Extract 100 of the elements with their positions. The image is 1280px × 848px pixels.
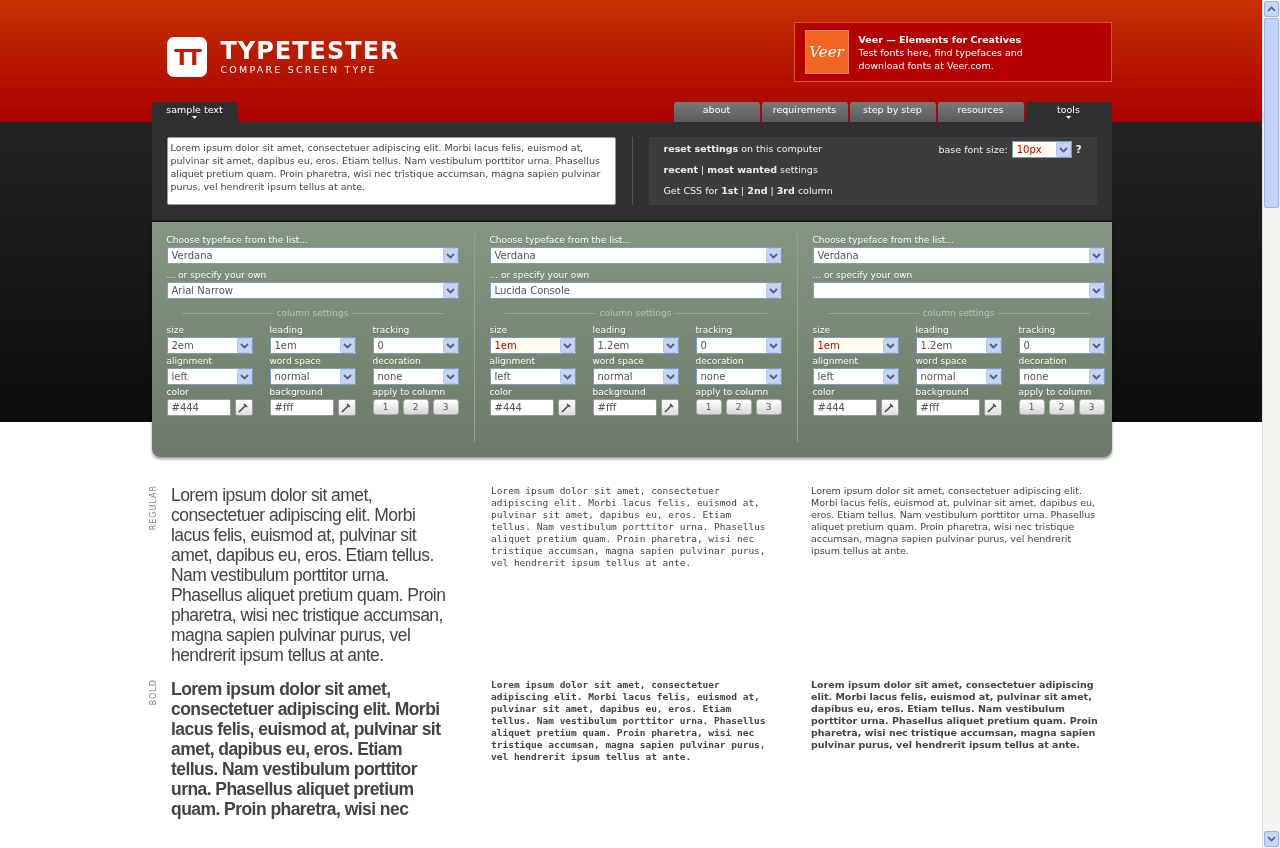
apply-column-button[interactable]: 3 xyxy=(1078,399,1105,415)
eyedropper-icon xyxy=(884,402,895,413)
eyedropper-button[interactable] xyxy=(983,399,1002,416)
setting-select[interactable]: normal xyxy=(915,368,1002,385)
field-label: alignment xyxy=(489,355,536,368)
field-label: word space xyxy=(269,355,322,368)
field-label: background xyxy=(269,386,324,399)
setting-select[interactable]: left xyxy=(166,368,253,385)
setting-select[interactable]: 2em xyxy=(166,337,253,354)
setting-select[interactable]: none xyxy=(1018,368,1105,385)
setting-select[interactable]: 0 xyxy=(695,337,782,354)
custom-typeface-select[interactable] xyxy=(812,282,1105,299)
sample-text-input[interactable]: Lorem ipsum dolor sit amet, consectetuer adipiscing elit. Morbi lacus felis, euismod at, pulvinar sit amet, dapibus eu, eros. Etiam tellus. Nam vestibulum porttitor urna. Phasellus aliquet pretium quam. Proin pharetra, wisi nec tristique accumsan, magna sapien pulvinar purus, vel hendrerit ipsum tellus at ante. xyxy=(166,137,616,205)
field-label: alignment xyxy=(812,355,859,368)
eyedropper-button[interactable] xyxy=(880,399,899,416)
setting-select[interactable]: 0 xyxy=(1018,337,1105,354)
apply-column-button[interactable]: 1 xyxy=(695,399,722,415)
tab[interactable]: tools xyxy=(1025,102,1112,122)
eyedropper-button[interactable] xyxy=(557,399,576,416)
eyedropper-button[interactable] xyxy=(660,399,679,416)
color-input[interactable]: #444 xyxy=(812,399,877,416)
typeface-select[interactable]: Verdana xyxy=(489,247,782,264)
field-label: size xyxy=(812,324,831,337)
eyedropper-icon xyxy=(987,402,998,413)
ad-banner[interactable]: Veer Veer — Elements for Creatives Test fonts here, find typefaces and download fonts at Veer.com. xyxy=(793,22,1112,82)
eyedropper-button[interactable] xyxy=(337,399,356,416)
color-input[interactable]: #444 xyxy=(166,399,231,416)
color-input[interactable]: #fff xyxy=(915,399,980,416)
setting-select[interactable]: none xyxy=(372,368,459,385)
tab[interactable]: step by step xyxy=(849,102,936,122)
base-font-size-select[interactable]: 10px xyxy=(1011,141,1072,158)
scroll-down-button[interactable] xyxy=(1264,831,1279,847)
section-heading: column settings xyxy=(599,308,672,319)
setting-select[interactable]: 1.2em xyxy=(915,337,1002,354)
field-label: color xyxy=(812,386,836,399)
setting-select[interactable]: 0 xyxy=(372,337,459,354)
eyedropper-icon xyxy=(341,402,352,413)
tab[interactable]: about xyxy=(673,102,760,122)
setting-select[interactable]: normal xyxy=(269,368,356,385)
eyedropper-icon xyxy=(664,402,675,413)
custom-typeface-select[interactable]: Lucida Console xyxy=(489,282,782,299)
color-input[interactable]: #444 xyxy=(489,399,554,416)
eyedropper-button[interactable] xyxy=(234,399,253,416)
field-label: ... or specify your own xyxy=(489,269,591,282)
field-label: background xyxy=(592,386,647,399)
settings-link-line[interactable]: recent | most wanted settings xyxy=(663,162,833,178)
tab[interactable]: resources xyxy=(937,102,1024,122)
field-label: alignment xyxy=(166,355,213,368)
setting-select[interactable]: 1em xyxy=(812,337,899,354)
setting-select[interactable]: none xyxy=(695,368,782,385)
apply-column-button[interactable]: 1 xyxy=(372,399,399,415)
field-label: background xyxy=(915,386,970,399)
setting-select[interactable]: 1.2em xyxy=(592,337,679,354)
tab[interactable]: requirements xyxy=(761,102,848,122)
field-label: color xyxy=(489,386,513,399)
field-label: apply to column xyxy=(1018,386,1093,399)
custom-typeface-select[interactable]: Arial Narrow xyxy=(166,282,459,299)
preview-text: Lorem ipsum dolor sit amet, consectetuer adipiscing elit. Morbi lacus felis, euismod at, pulvinar sit amet, dapibus eu, eros. Etiam tellus. Nam vestibulum porttitor urna. Phasellus aliquet pretium quam. Proin pharetra, wisi nec tristique accumsan, magna sapien pulvinar purus, vel hendrerit ipsum tellus at ante. xyxy=(491,679,766,764)
preview-text: Lorem ipsum dolor sit amet, consectetuer adipiscing elit. Morbi lacus felis, euismod at, pulvinar sit amet, dapibus eu, eros. Etiam tellus. Nam vestibulum porttitor urna. Phasellus aliquet pretium quam. Proin pharetra, wisi nec tristique accumsan, magna sapien pulvinar purus, vel hendrerit ipsum tellus at ante. xyxy=(171,485,447,665)
scrollbar[interactable] xyxy=(1262,0,1280,848)
apply-column-button[interactable]: 3 xyxy=(755,399,782,415)
caret-icon xyxy=(1066,116,1071,119)
setting-select[interactable]: left xyxy=(489,368,576,385)
settings-link-line[interactable]: Get CSS for 1st | 2nd | 3rd column xyxy=(663,183,833,199)
preview-text: Lorem ipsum dolor sit amet, consectetuer adipiscing elit. Morbi lacus felis, euismod at, pulvinar sit amet, dapibus eu, eros. Etiam tellus. Nam vestibulum porttitor urna. Phasellus aliquet pretium quam. Proin pharetra, wisi nec tristique accumsan, magna sapien pulvinar purus, vel hendrerit ipsum tellus at ante. xyxy=(491,485,766,570)
preview-text: Lorem ipsum dolor sit amet, consectetuer adipiscing elit. Morbi lacus felis, euismod at, pulvinar sit amet, dapibus eu, eros. Etiam tellus. Nam vestibulum porttitor urna. Phasellus aliquet pretium quam. Proin pharetra, wisi nec xyxy=(171,679,442,819)
scroll-thumb[interactable] xyxy=(1264,18,1279,208)
chevron-up-icon xyxy=(1267,6,1276,12)
setting-select[interactable]: 1em xyxy=(489,337,576,354)
field-label: size xyxy=(489,324,508,337)
eyedropper-icon xyxy=(238,402,249,413)
field-label: ... or specify your own xyxy=(166,269,268,282)
setting-select[interactable]: normal xyxy=(592,368,679,385)
typeface-select[interactable]: Verdana xyxy=(812,247,1105,264)
apply-column-button[interactable]: 2 xyxy=(725,399,752,415)
color-input[interactable]: #fff xyxy=(592,399,657,416)
site-tagline: COMPARE SCREEN TYPE xyxy=(220,64,378,76)
field-label: leading xyxy=(915,324,950,337)
settings-link-line[interactable]: reset settings on this computer xyxy=(663,141,833,157)
field-label: size xyxy=(166,324,185,337)
color-input[interactable]: #fff xyxy=(269,399,334,416)
apply-column-button[interactable]: 1 xyxy=(1018,399,1045,415)
tab[interactable]: sample text xyxy=(151,102,238,122)
apply-column-button[interactable]: 2 xyxy=(402,399,429,415)
apply-column-button[interactable]: 2 xyxy=(1048,399,1075,415)
setting-select[interactable]: 1em xyxy=(269,337,356,354)
ad-text: Test fonts here, find typefaces and download fonts at Veer.com. xyxy=(858,45,1024,72)
row-label: REGULAR xyxy=(148,485,158,531)
scroll-up-button[interactable] xyxy=(1264,1,1279,17)
apply-column-button[interactable]: 3 xyxy=(432,399,459,415)
setting-select[interactable]: left xyxy=(812,368,899,385)
help-link[interactable]: ? xyxy=(1075,141,1082,158)
field-label: leading xyxy=(592,324,627,337)
field-label: decoration xyxy=(695,355,745,368)
ad-logo: Veer xyxy=(804,30,849,74)
field-label: decoration xyxy=(372,355,422,368)
preview-text: Lorem ipsum dolor sit amet, consectetuer adipiscing elit. Morbi lacus felis, euismod at, pulvinar sit amet, dapibus eu, eros. Etiam tellus. Nam vestibulum porttitor urna. Phasellus aliquet pretium quam. Proin pharetra, wisi nec tristique accumsan, magna sapien pulvinar purus, vel hendrerit ipsum tellus at ante. xyxy=(811,679,1099,752)
typeface-select[interactable]: Verdana xyxy=(166,247,459,264)
section-heading: column settings xyxy=(922,308,995,319)
field-label: decoration xyxy=(1018,355,1068,368)
